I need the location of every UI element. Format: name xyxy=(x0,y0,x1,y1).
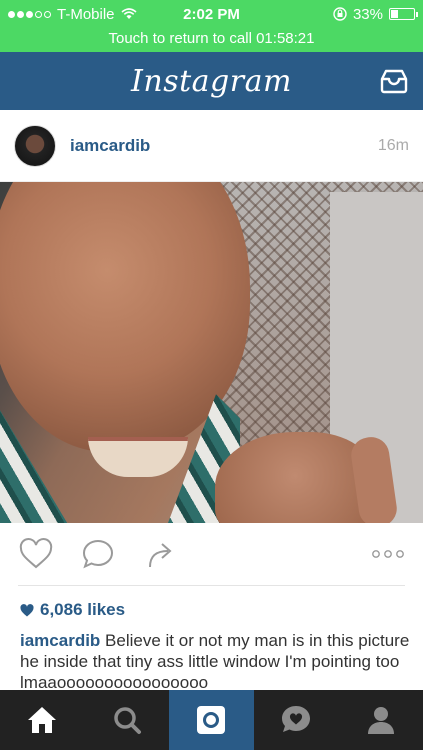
carrier-name: T-Mobile xyxy=(57,5,115,23)
instagram-logo: Instagram xyxy=(131,63,292,99)
status-left: T-Mobile xyxy=(8,6,333,23)
post-caption: iamcardib Believe it or not my man is in… xyxy=(20,630,410,690)
more-icon[interactable] xyxy=(371,549,405,559)
post-time: 16m xyxy=(377,136,409,154)
likes-text: 6,086 likes xyxy=(40,600,126,619)
post-username[interactable]: iamcardib xyxy=(70,136,378,156)
battery-percent: 33% xyxy=(352,5,383,23)
wifi-icon xyxy=(121,8,137,19)
photo-smile xyxy=(88,437,188,477)
caption-username[interactable]: iamcardib xyxy=(20,631,100,650)
call-duration: 01:58:21 xyxy=(256,30,315,47)
tab-search[interactable] xyxy=(85,690,170,750)
share-icon[interactable] xyxy=(142,538,178,570)
camera-icon xyxy=(197,706,226,734)
avatar[interactable] xyxy=(14,124,56,167)
tab-activity[interactable] xyxy=(254,690,339,750)
battery-fill xyxy=(391,10,398,18)
search-icon xyxy=(114,707,141,734)
likes-heart-icon xyxy=(20,603,34,616)
profile-icon xyxy=(367,707,394,734)
app-header: Instagram xyxy=(0,52,423,110)
activity-icon xyxy=(282,706,311,732)
post-photo[interactable] xyxy=(0,182,423,523)
heart-icon[interactable] xyxy=(18,538,54,570)
likes-count[interactable]: 6,086 likes xyxy=(20,600,125,620)
tab-profile[interactable] xyxy=(338,690,423,750)
post-actions xyxy=(0,523,423,585)
call-banner-text: Touch to return to call xyxy=(108,30,252,47)
status-bar: T-Mobile 2:02 PM 33% xyxy=(0,0,423,28)
tab-home[interactable] xyxy=(0,690,85,750)
tab-camera[interactable] xyxy=(169,690,254,750)
home-icon xyxy=(28,707,57,733)
return-to-call-banner[interactable]: Touch to return to call 01:58:21 xyxy=(0,28,423,52)
actions-divider xyxy=(18,585,405,586)
tab-bar xyxy=(0,690,423,750)
status-right: 33% xyxy=(333,5,418,23)
battery-icon xyxy=(389,8,418,20)
comment-icon[interactable] xyxy=(80,538,116,570)
inbox-icon[interactable] xyxy=(379,68,409,94)
rotation-lock-icon xyxy=(333,7,347,21)
post-header: iamcardib 16m xyxy=(0,110,423,182)
signal-strength-icon xyxy=(8,10,51,18)
